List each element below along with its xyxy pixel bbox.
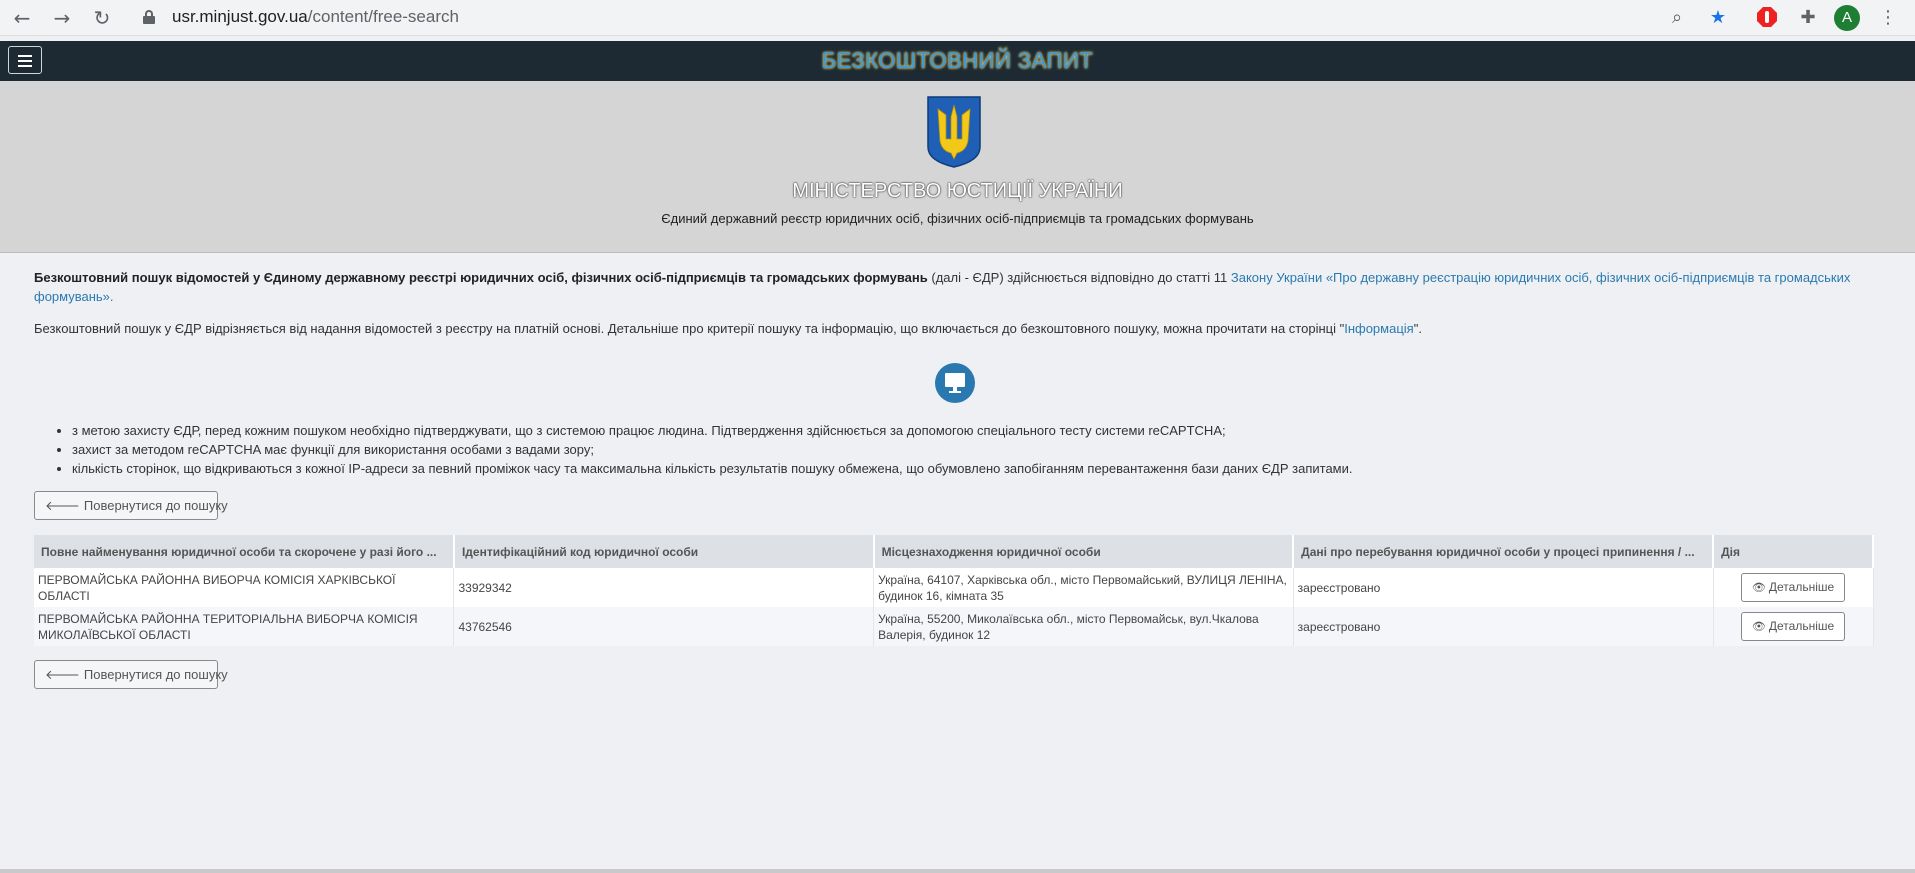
adblock-icon[interactable] — [1755, 6, 1779, 30]
details-button[interactable]: 👁 Детальніше — [1740, 573, 1846, 602]
col-header-code[interactable]: Ідентифікаційний код юридичної особи — [453, 535, 875, 568]
col-header-action: Дія — [1713, 535, 1874, 568]
cell-code: 43762546 — [453, 607, 875, 646]
cell-name: ПЕРВОМАЙСЬКА РАЙОННА ТЕРИТОРІАЛЬНА ВИБОР… — [34, 607, 455, 646]
info-page-link[interactable]: Інформація — [1344, 321, 1414, 336]
details-button[interactable]: 👁 Детальніше — [1740, 612, 1846, 641]
extensions-icon[interactable]: ✚ — [1796, 6, 1820, 30]
zoom-icon[interactable]: ⌕ — [1665, 6, 1689, 30]
url-text[interactable]: usr.minjust.gov.ua/content/free-search — [172, 7, 459, 27]
cell-action: 👁 Детальніше — [1713, 607, 1874, 646]
cell-code: 33929342 — [453, 568, 875, 607]
table-row: ПЕРВОМАЙСЬКА РАЙОННА ТЕРИТОРІАЛЬНА ВИБОР… — [34, 607, 1874, 646]
cell-name: ПЕРВОМАЙСЬКА РАЙОННА ВИБОРЧА КОМІСІЯ ХАР… — [34, 568, 455, 607]
lock-icon[interactable] — [143, 10, 155, 24]
col-header-address[interactable]: Місцезнаходження юридичної особи — [873, 535, 1295, 568]
back-icon[interactable]: ← — [10, 6, 34, 30]
forward-icon[interactable]: → — [50, 6, 74, 30]
ministry-banner: МІНІСТЕРСТВО ЮСТИЦІЇ УКРАЇНИ Єдиний держ… — [0, 81, 1915, 253]
intro-paragraph: Безкоштовний пошук відомостей у Єдиному … — [34, 268, 1884, 306]
info-paragraph: Безкоштовний пошук у ЄДР відрізняється в… — [34, 319, 1884, 338]
browser-toolbar: ← → ↻ usr.minjust.gov.ua/content/free-se… — [0, 0, 1915, 36]
eye-icon: 👁 — [1751, 581, 1766, 594]
results-table: Повне найменування юридичної особи та ск… — [34, 535, 1874, 646]
bottom-divider — [0, 869, 1915, 873]
back-to-search-button[interactable]: 🡐 Повернутися до пошуку — [34, 660, 228, 689]
list-item: кількість сторінок, що відкриваються з к… — [72, 459, 1872, 478]
monitor-icon — [935, 363, 975, 403]
info-text-end: ". — [1413, 321, 1422, 336]
coat-of-arms-icon — [927, 96, 981, 168]
intro-middle-text: (далі - ЄДР) здійснюється відповідно до … — [927, 270, 1231, 285]
arrow-left-icon: 🡐 — [45, 499, 80, 514]
notes-list: з метою захисту ЄДР, перед кожним пошуко… — [72, 421, 1872, 478]
cell-address: Україна, 55200, Миколаївська обл., місто… — [873, 607, 1294, 646]
list-item: з метою захисту ЄДР, перед кожним пошуко… — [72, 421, 1872, 440]
cell-status: зареєстровано — [1293, 607, 1714, 646]
cell-status: зареєстровано — [1293, 568, 1714, 607]
back-to-search-button[interactable]: 🡐 Повернутися до пошуку — [34, 491, 228, 520]
page-title: БЕЗКОШТОВНИЙ ЗАПИТ — [821, 48, 1094, 73]
ministry-title: МІНІСТЕРСТВО ЮСТИЦІЇ УКРАЇНИ — [792, 180, 1123, 202]
list-item: захист за методом reCAPTCHA має функції … — [72, 440, 1872, 459]
eye-icon: 👁 — [1751, 620, 1766, 633]
table-row: ПЕРВОМАЙСЬКА РАЙОННА ВИБОРЧА КОМІСІЯ ХАР… — [34, 568, 1874, 607]
site-navbar: БЕЗКОШТОВНИЙ ЗАПИТ — [0, 41, 1915, 81]
intro-bold-text: Безкоштовний пошук відомостей у Єдиному … — [34, 270, 928, 285]
cell-action: 👁 Детальніше — [1713, 568, 1874, 607]
profile-avatar[interactable]: A — [1834, 5, 1860, 31]
cell-address: Україна, 64107, Харківська обл., місто П… — [873, 568, 1294, 607]
registry-subtitle: Єдиний державний реєстр юридичних осіб, … — [661, 211, 1254, 226]
col-header-name[interactable]: Повне найменування юридичної особи та ск… — [34, 535, 455, 568]
info-text: Безкоштовний пошук у ЄДР відрізняється в… — [34, 321, 1345, 336]
bookmark-star-icon[interactable]: ★ — [1706, 6, 1730, 30]
arrow-left-icon: 🡐 — [45, 668, 80, 683]
col-header-status[interactable]: Дані про перебування юридичної особи у п… — [1293, 535, 1715, 568]
more-menu-icon[interactable]: ⋮ — [1876, 6, 1900, 30]
reload-icon[interactable]: ↻ — [90, 6, 114, 30]
table-header-row: Повне найменування юридичної особи та ск… — [34, 535, 1874, 568]
